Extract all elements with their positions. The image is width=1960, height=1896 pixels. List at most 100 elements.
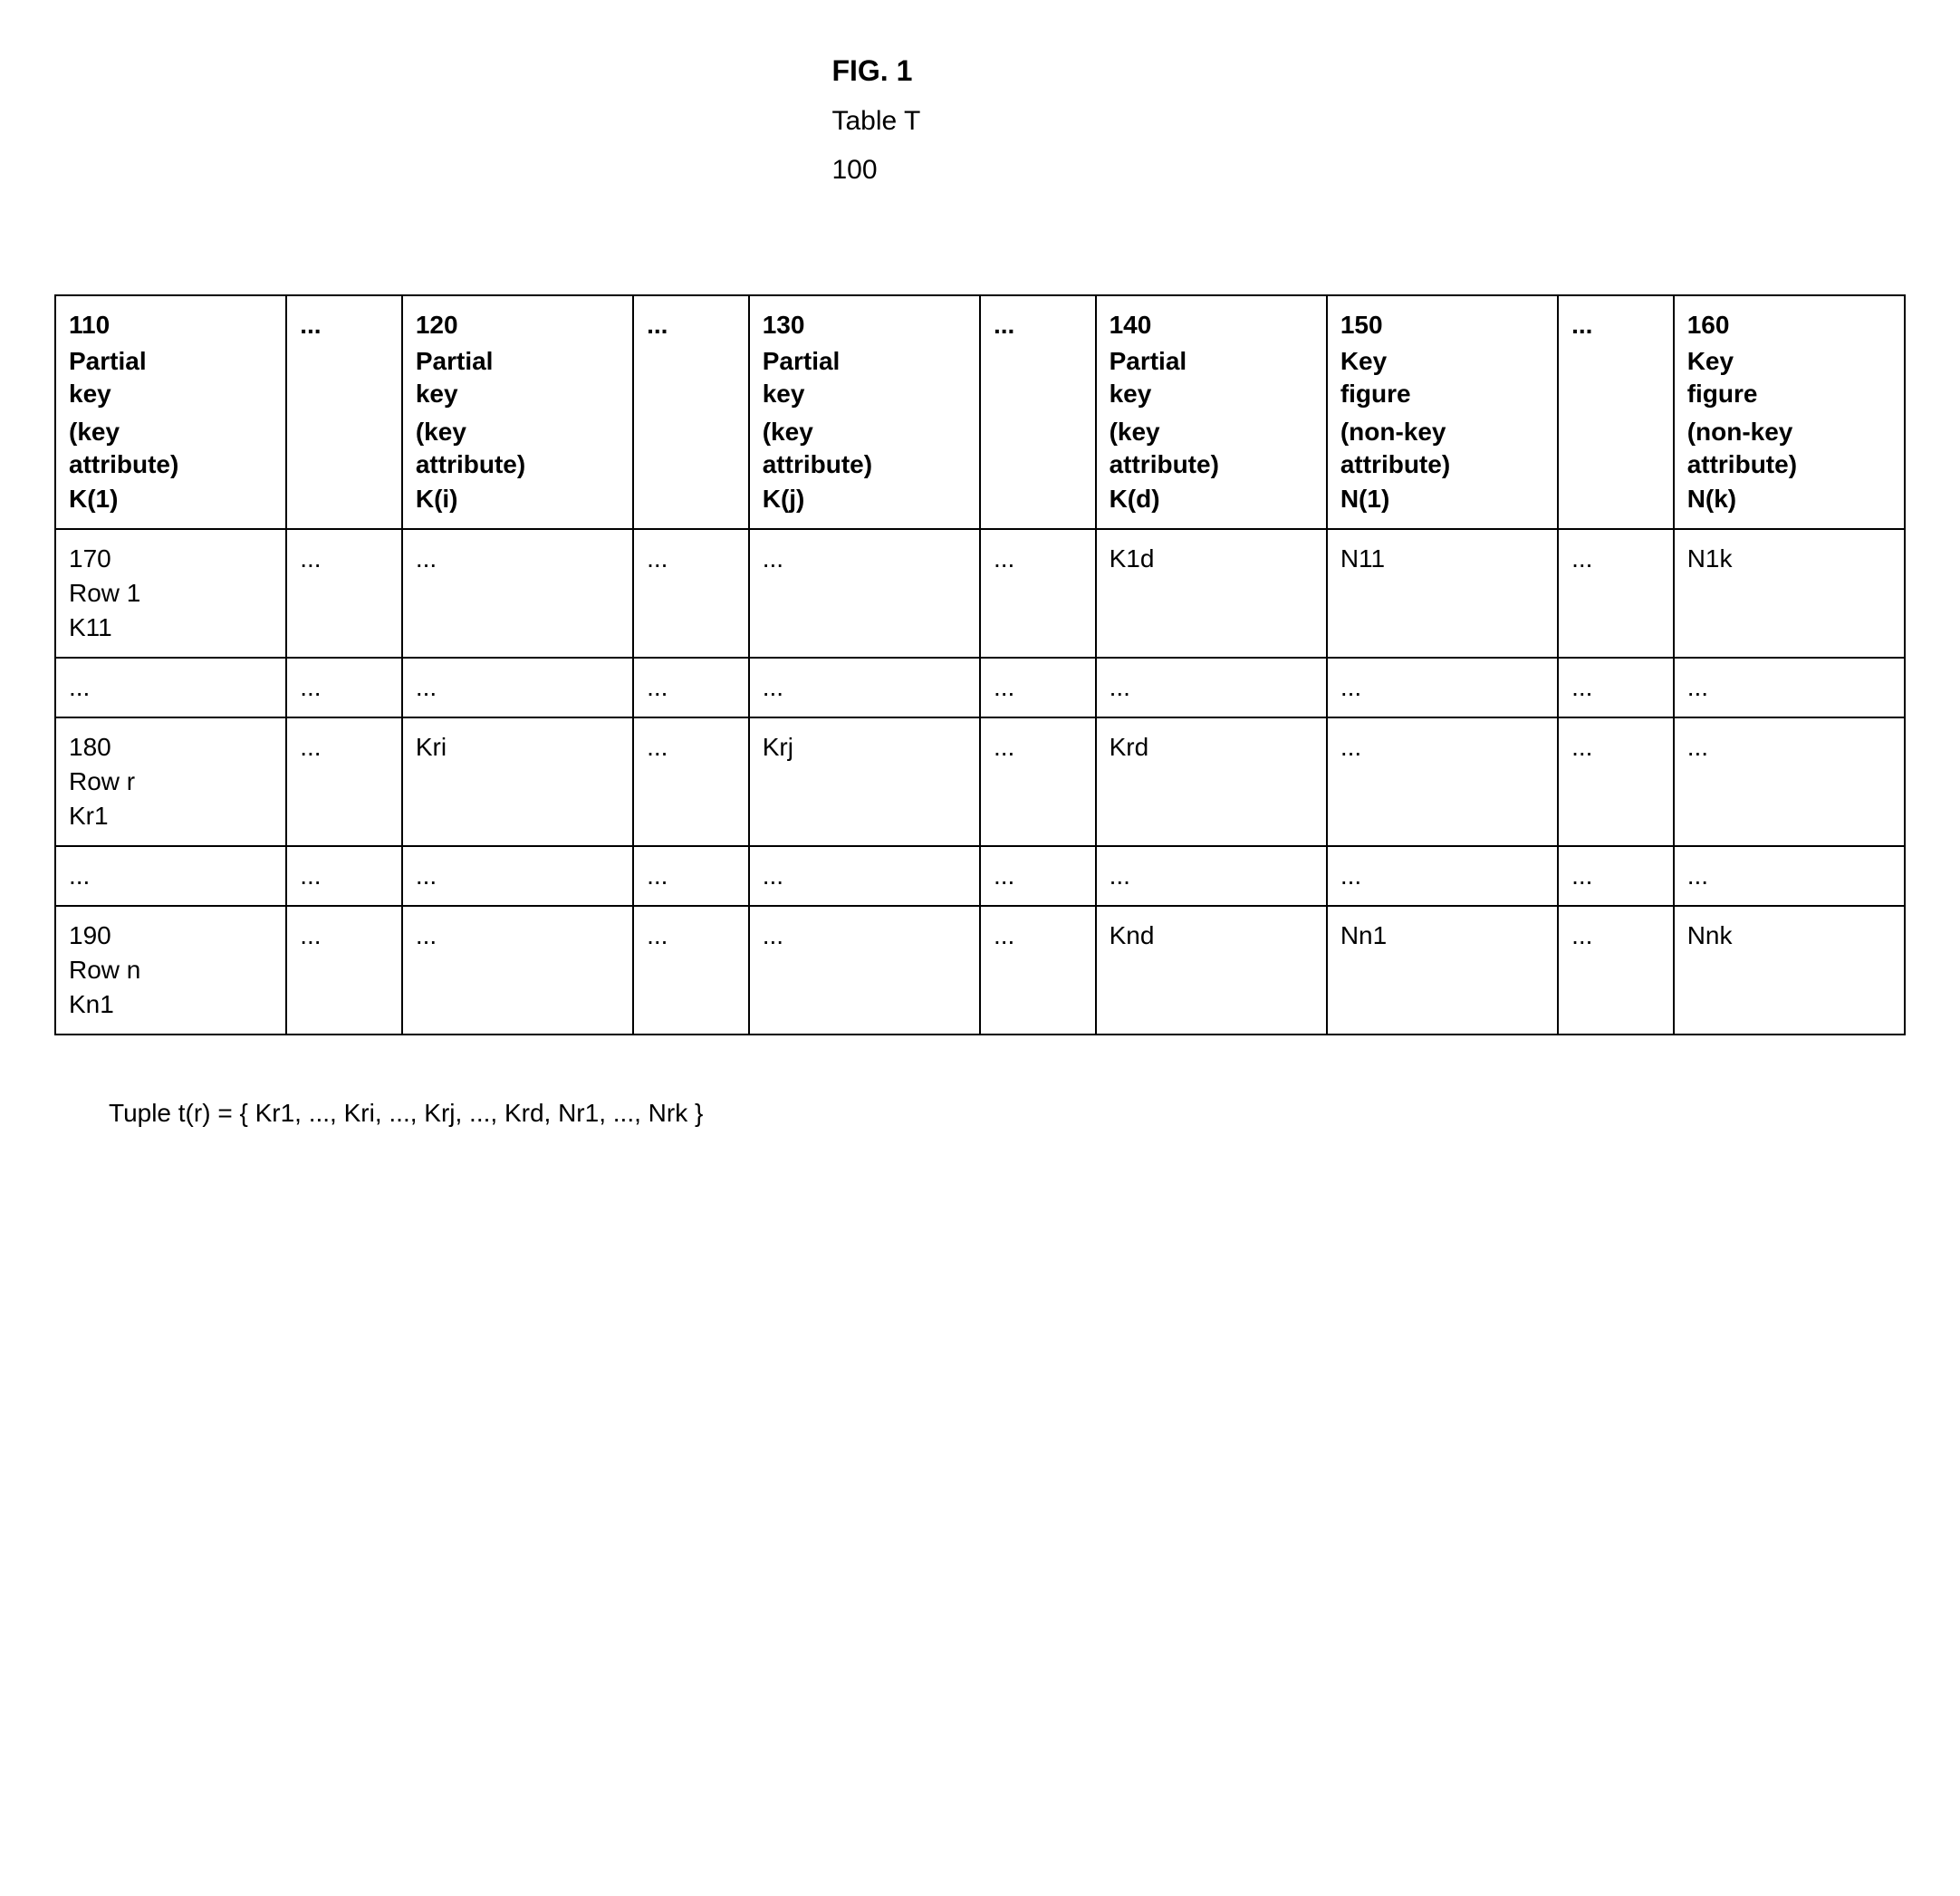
table-cell: ... <box>980 906 1096 1035</box>
table-cell: ... <box>1558 846 1674 906</box>
column-label-line2: key <box>416 380 620 409</box>
cell-value: ... <box>1110 861 1130 890</box>
table-cell: ... <box>1327 717 1558 846</box>
cell-value: ... <box>416 921 437 949</box>
cell-value: ... <box>994 733 1014 761</box>
table-cell: ... <box>1674 717 1905 846</box>
column-header: 120Partialkey(keyattribute)K(i) <box>402 295 633 529</box>
row-ref-number: 180 <box>69 733 273 762</box>
table-cell: ... <box>1096 846 1327 906</box>
cell-value: ... <box>763 673 783 701</box>
row-label: Row 1 <box>69 579 273 608</box>
column-label-line1: Key <box>1340 347 1544 376</box>
data-table: 110Partialkey(keyattribute)K(1)...120Par… <box>54 294 1906 1035</box>
ellipsis: ... <box>1571 311 1660 340</box>
table-cell: K1d <box>1096 529 1327 658</box>
column-header: ... <box>633 295 749 529</box>
cell-value: ... <box>300 921 321 949</box>
cell-value: K1d <box>1110 544 1155 573</box>
column-ref-number: 120 <box>416 311 620 340</box>
table-cell: N11 <box>1327 529 1558 658</box>
cell-value: ... <box>69 673 90 701</box>
table-cell: ... <box>1558 529 1674 658</box>
cell-value: ... <box>300 544 321 573</box>
ellipsis: ... <box>994 311 1082 340</box>
table-cell: ... <box>749 846 980 906</box>
table-cell: ... <box>980 846 1096 906</box>
cell-value: ... <box>300 673 321 701</box>
cell-value: Kr1 <box>69 802 109 830</box>
column-attr-line1: (key <box>763 418 966 447</box>
cell-value: ... <box>1687 861 1708 890</box>
table-cell: 180 Row r Kr1 <box>55 717 286 846</box>
table-cell: ... <box>633 529 749 658</box>
table-body: 170Row 1K11...............K1dN11...N1k..… <box>55 529 1905 1035</box>
cell-value: ... <box>1340 861 1361 890</box>
table-cell: ... <box>980 717 1096 846</box>
column-ref-number: 150 <box>1340 311 1544 340</box>
cell-value: N1k <box>1687 544 1733 573</box>
cell-value: ... <box>647 921 668 949</box>
column-ref-number: 160 <box>1687 311 1891 340</box>
column-attr-line2: attribute) <box>1340 450 1544 479</box>
table-cell: ... <box>286 529 402 658</box>
cell-value: ... <box>763 544 783 573</box>
column-label-line2: figure <box>1340 380 1544 409</box>
table-cell: ... <box>980 658 1096 717</box>
row-label: Row r <box>69 767 273 796</box>
column-label-line2: key <box>763 380 966 409</box>
cell-value: ... <box>647 861 668 890</box>
table-cell: ... <box>1096 658 1327 717</box>
cell-value: ... <box>763 861 783 890</box>
table-cell: ... <box>1558 906 1674 1035</box>
column-label-line1: Key <box>1687 347 1891 376</box>
table-cell: ... <box>749 529 980 658</box>
table-cell: ... <box>749 658 980 717</box>
figure-title: FIG. 1 <box>831 54 1906 88</box>
cell-value: Krd <box>1110 733 1149 761</box>
table-row: .............................. <box>55 846 1905 906</box>
cell-value: Krj <box>763 733 793 761</box>
cell-value: ... <box>1687 733 1708 761</box>
table-cell: ... <box>633 658 749 717</box>
table-cell: ... <box>1558 717 1674 846</box>
column-label-line2: figure <box>1687 380 1891 409</box>
column-attr-line1: (key <box>69 418 273 447</box>
column-label-line2: key <box>1110 380 1313 409</box>
column-symbol: N(1) <box>1340 485 1544 514</box>
column-attr-line1: (key <box>1110 418 1313 447</box>
column-ref-number: 130 <box>763 311 966 340</box>
cell-value: ... <box>994 921 1014 949</box>
table-cell: ... <box>286 658 402 717</box>
table-cell: ... <box>55 658 286 717</box>
table-cell: ... <box>1674 658 1905 717</box>
cell-value: Knd <box>1110 921 1155 949</box>
cell-value: ... <box>1571 733 1592 761</box>
table-row: 190Row nKn1...............KndNn1...Nnk <box>55 906 1905 1035</box>
column-attr-line2: attribute) <box>1110 450 1313 479</box>
cell-value: ... <box>1110 673 1130 701</box>
cell-value: ... <box>416 861 437 890</box>
table-cell: ... <box>286 717 402 846</box>
table-cell: ... <box>1327 658 1558 717</box>
column-header: ... <box>1558 295 1674 529</box>
column-label-line1: Partial <box>69 347 273 376</box>
cell-value: ... <box>994 544 1014 573</box>
column-label-line1: Partial <box>1110 347 1313 376</box>
cell-value: ... <box>647 733 668 761</box>
cell-value: ... <box>1340 733 1361 761</box>
cell-value: ... <box>416 673 437 701</box>
table-cell: ... <box>1558 658 1674 717</box>
table-row: 180 Row r Kr1... Kri... Krj... Krd......... <box>55 717 1905 846</box>
row-ref-number: 170 <box>69 544 273 573</box>
row-label: Row n <box>69 956 273 985</box>
table-cell: ... <box>633 906 749 1035</box>
table-cell: ... <box>402 906 633 1035</box>
column-ref-number: 110 <box>69 311 273 340</box>
cell-value: Kri <box>416 733 447 761</box>
column-header: 150Keyfigure(non-keyattribute)N(1) <box>1327 295 1558 529</box>
cell-value: ... <box>1687 673 1708 701</box>
ellipsis: ... <box>300 311 389 340</box>
table-cell: ... <box>286 906 402 1035</box>
table-cell: ... <box>980 529 1096 658</box>
